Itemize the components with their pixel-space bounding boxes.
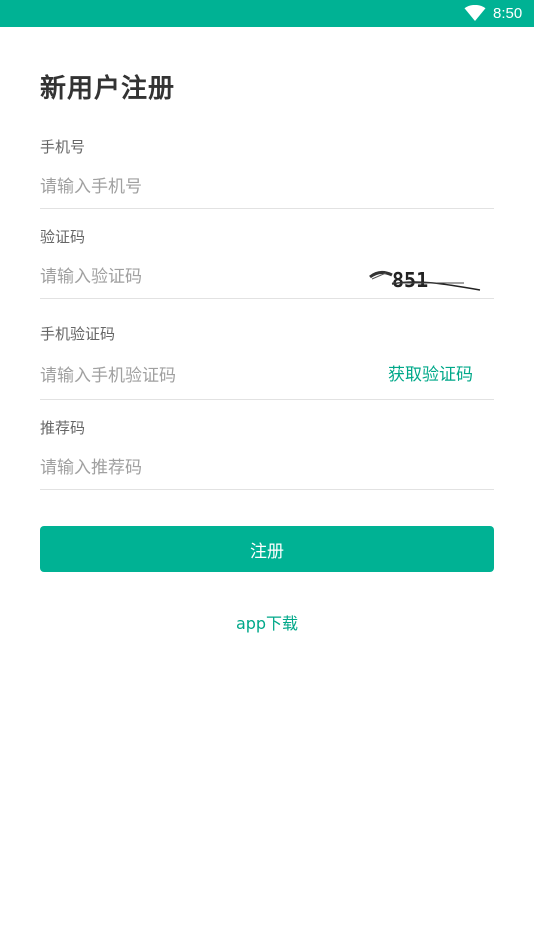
- register-page: 新用户注册 手机号 验证码 851 手机验证码 获取验证码 推荐码 注册 app…: [0, 27, 534, 949]
- sms-code-input[interactable]: [40, 363, 370, 389]
- sms-code-divider: [40, 399, 494, 400]
- phone-input[interactable]: [40, 174, 494, 200]
- captcha-input[interactable]: [40, 264, 340, 290]
- status-bar: 8:50: [0, 0, 534, 27]
- page-title: 新用户注册: [40, 74, 176, 104]
- captcha-text: 851: [392, 268, 428, 292]
- captcha-image[interactable]: 851: [356, 257, 488, 297]
- phone-label: 手机号: [40, 138, 86, 156]
- register-button[interactable]: 注册: [40, 526, 494, 572]
- wifi-icon: [464, 5, 486, 21]
- referral-input[interactable]: [40, 455, 494, 481]
- captcha-label: 验证码: [40, 228, 86, 246]
- captcha-divider: [40, 298, 494, 299]
- sms-code-label: 手机验证码: [40, 325, 116, 343]
- referral-label: 推荐码: [40, 419, 86, 437]
- phone-divider: [40, 208, 494, 209]
- app-download-link[interactable]: app下载: [0, 613, 534, 635]
- get-code-button[interactable]: 获取验证码: [388, 363, 473, 387]
- referral-divider: [40, 489, 494, 490]
- status-time: 8:50: [493, 5, 523, 22]
